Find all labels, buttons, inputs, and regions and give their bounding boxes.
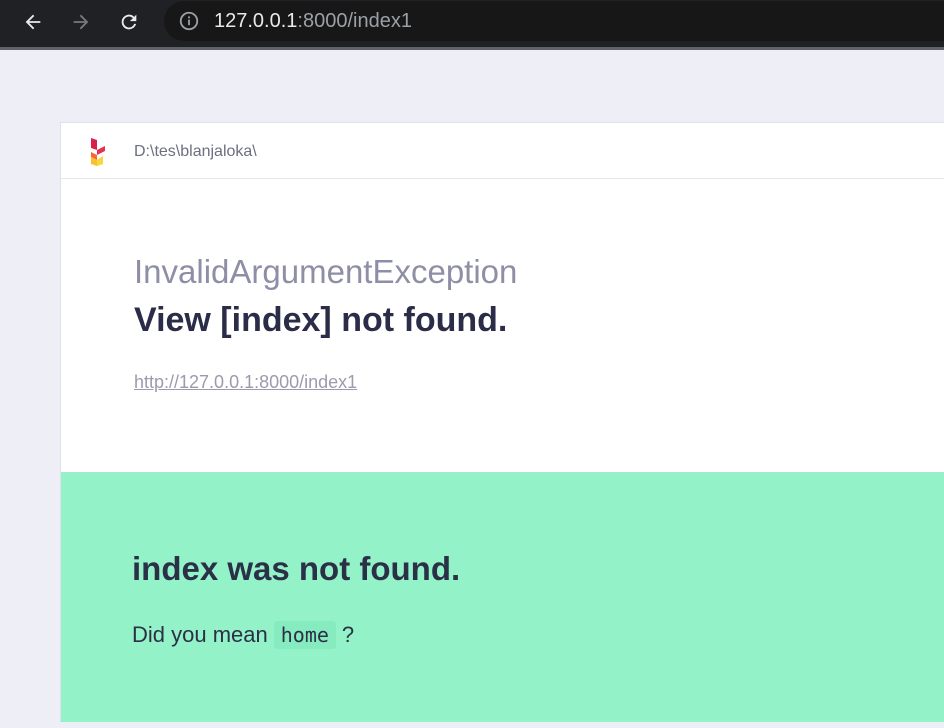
ignition-logo: [91, 138, 105, 166]
suggested-view-code: home: [273, 621, 336, 649]
address-host: 127.0.0.1: [214, 10, 298, 32]
exception-message: View [index] not found.: [134, 301, 508, 339]
reload-icon: [121, 14, 137, 30]
solution-text: Did you mean home ?: [132, 621, 354, 649]
address-bar[interactable]: 127.0.0.1:8000/index1: [164, 1, 944, 41]
arrow-right-icon: [73, 14, 89, 30]
toolbar-divider: [0, 47, 944, 50]
browser-toolbar: 127.0.0.1:8000/index1: [0, 0, 944, 47]
back-button[interactable]: [17, 6, 49, 38]
arrow-left-icon: [25, 14, 41, 30]
solution-text-before: Did you mean: [132, 622, 268, 647]
forward-button[interactable]: [65, 6, 97, 38]
reload-button[interactable]: [113, 6, 145, 38]
solution-panel: index was not found. Did you mean home ?: [61, 472, 944, 722]
card-header: D:\tes\blanjaloka\: [61, 123, 944, 179]
address-text[interactable]: 127.0.0.1:8000/index1: [214, 10, 412, 32]
address-path: :8000/index1: [297, 10, 412, 32]
solution-title: index was not found.: [132, 550, 461, 587]
exception-class: InvalidArgumentException: [134, 253, 518, 290]
info-icon[interactable]: [178, 10, 200, 32]
error-card: D:\tes\blanjaloka\ InvalidArgumentExcept…: [60, 122, 944, 722]
request-url-link[interactable]: http://127.0.0.1:8000/index1: [134, 372, 357, 393]
project-path: D:\tes\blanjaloka\: [134, 143, 257, 160]
solution-text-after: ?: [341, 622, 355, 647]
